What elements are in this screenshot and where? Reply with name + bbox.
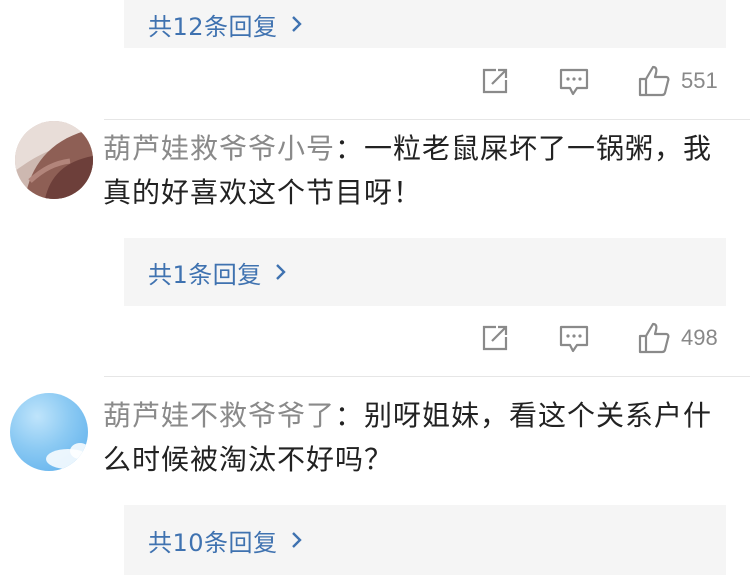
share-icon [480,66,510,96]
like-count: 551 [681,68,718,93]
like-count: 498 [681,325,718,350]
comment-icon [558,323,590,355]
comment-button[interactable] [558,66,590,98]
share-button[interactable] [480,66,510,96]
comment-icon [558,66,590,98]
thumbs-up-icon [637,321,671,355]
reply-count-link: 共12条回复 [148,12,278,41]
comment-actions: 551 [0,64,750,106]
like-button[interactable]: 498 [637,321,718,355]
comment-actions: 498 [0,321,750,363]
reply-count-link: 共1条回复 [148,260,262,289]
divider [104,119,750,120]
avatar[interactable] [10,393,88,471]
username[interactable]: 葫芦娃救爷爷小号 [103,132,335,165]
like-button[interactable]: 551 [637,64,718,98]
chevron-right-icon [290,531,304,549]
username-separator: ： [335,132,365,165]
reply-expander[interactable]: 共10条回复 [124,505,726,575]
reply-count-link: 共10条回复 [148,528,278,557]
avatar[interactable] [15,121,93,199]
thumbs-up-icon [637,64,671,98]
reply-expander[interactable]: 共12条回复 [124,0,726,48]
reply-expander[interactable]: 共1条回复 [124,238,726,306]
comment-body: 葫芦娃不救爷爷了：别呀姐妹，看这个关系户什么时候被淘汰不好吗？ [103,394,733,482]
divider [104,376,750,377]
comment-body: 葫芦娃救爷爷小号：一粒老鼠屎坏了一锅粥，我真的好喜欢这个节目呀！ [103,127,733,215]
username-separator: ： [335,399,365,432]
username[interactable]: 葫芦娃不救爷爷了 [103,399,335,432]
chevron-right-icon [274,263,288,281]
comment-button[interactable] [558,323,590,355]
chevron-right-icon [290,15,304,33]
share-icon [480,323,510,353]
share-button[interactable] [480,323,510,353]
